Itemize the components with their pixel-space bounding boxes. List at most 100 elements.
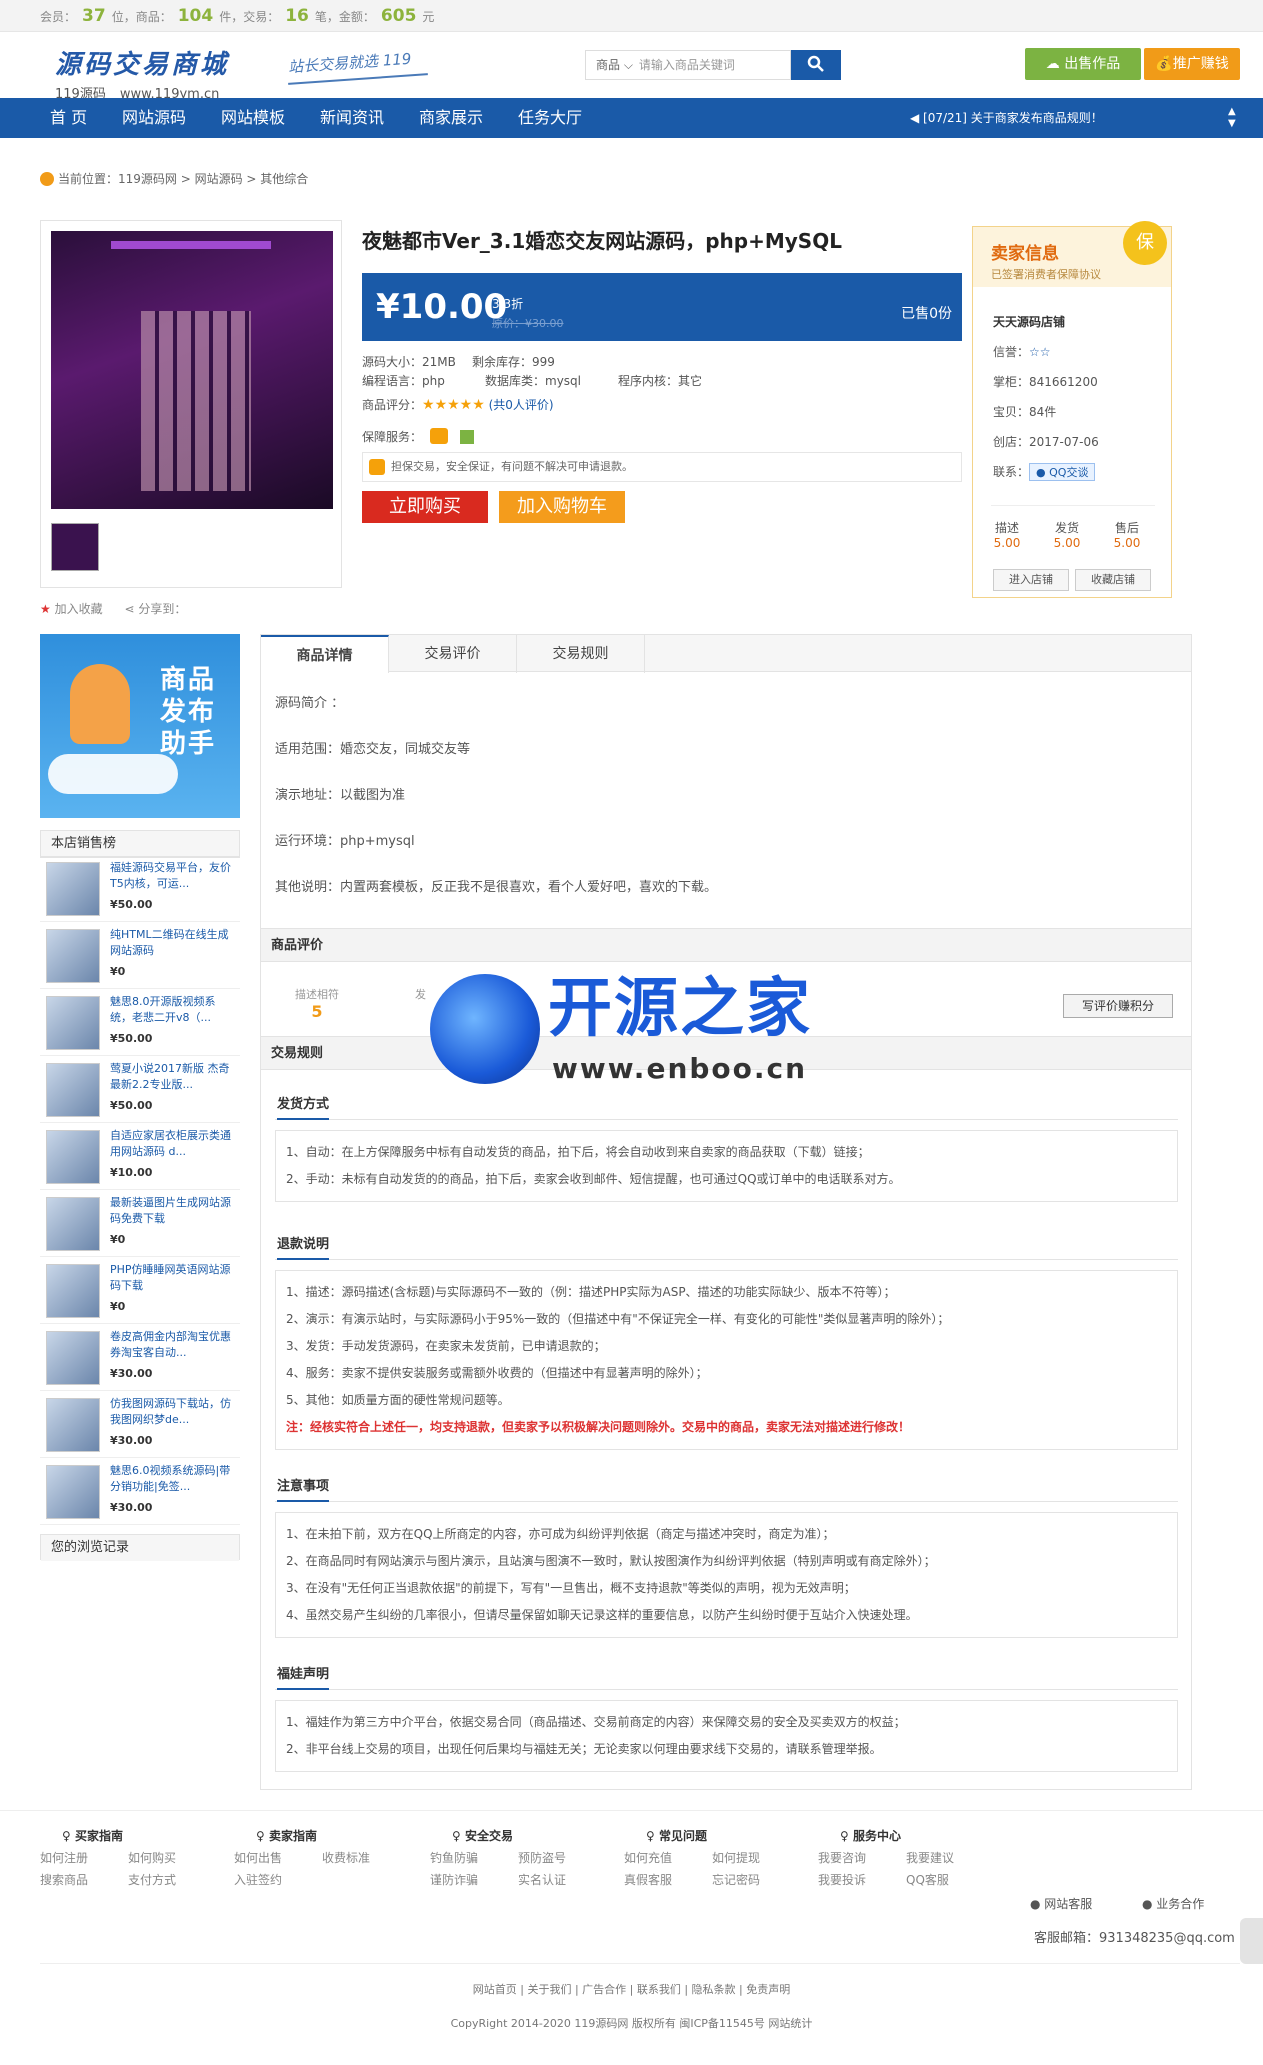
share-link[interactable]: 分享到：	[138, 602, 186, 616]
shield-icon	[369, 459, 385, 475]
rank-item[interactable]: 仿我图网源码下载站，仿我图网织梦de... ¥30.00	[40, 1392, 240, 1458]
sell-button[interactable]: ☁ 出售作品	[1025, 48, 1141, 80]
rank-item[interactable]: 魅思6.0视频系统源码|带分销功能|免签... ¥30.00	[40, 1459, 240, 1525]
add-to-cart-button[interactable]: 加入购物车	[499, 491, 625, 523]
nav-item-source[interactable]: 网站源码	[122, 98, 186, 138]
rank-item-name[interactable]: 卷皮高佣金内部淘宝优惠券淘宝客自动...	[110, 1329, 236, 1361]
screenshot-grid	[141, 311, 251, 491]
rank-item-price: ¥50.00	[110, 898, 153, 911]
rank-item-thumbnail[interactable]	[46, 1264, 100, 1318]
rank-item-thumbnail[interactable]	[46, 1465, 100, 1519]
shop-name[interactable]: 天天源码店铺	[993, 313, 1065, 330]
rank-item-thumbnail[interactable]	[46, 862, 100, 916]
detail-demo: 演示地址：以截图为准	[275, 788, 406, 803]
review-section-title: 商品评价	[261, 928, 1191, 962]
rank-item-thumbnail[interactable]	[46, 1331, 100, 1385]
rank-item[interactable]: 魅思8.0开源版视频系统，老悲二开v8（... ¥50.00	[40, 990, 240, 1056]
search-button[interactable]	[791, 50, 841, 80]
notice-ticker[interactable]: ◀ [07/21] 关于商家发布商品规则！	[910, 98, 1103, 138]
rating-count[interactable]: (共0人评价)	[489, 398, 554, 412]
rank-item[interactable]: 纯HTML二维码在线生成网站源码 ¥0	[40, 923, 240, 989]
price: ¥10.00	[376, 287, 508, 327]
rank-item-name[interactable]: 福娃源码交易平台，友价T5内核，可运...	[110, 860, 236, 892]
rule-refund: 退款说明 1、描述：源码描述(含标题)与实际源码不一致的（例：描述PHP实际为A…	[275, 1230, 1178, 1450]
detail-tabs: 商品详情 交易评价 交易规则	[260, 634, 1192, 673]
product-gallery	[40, 220, 342, 588]
enter-shop-button[interactable]: 进入店铺	[993, 569, 1069, 591]
site-logo[interactable]: 源码交易商城 119源码 www.119ym.cn	[55, 44, 229, 102]
rank-item-thumbnail[interactable]	[46, 1130, 100, 1184]
rank-item-thumbnail[interactable]	[46, 929, 100, 983]
rank-item[interactable]: 卷皮高佣金内部淘宝优惠券淘宝客自动... ¥30.00	[40, 1325, 240, 1391]
nav-item-tasks[interactable]: 任务大厅	[518, 98, 582, 138]
rank-item[interactable]: 莺夏小说2017新版 杰奇最新2.2专业版... ¥50.00	[40, 1057, 240, 1123]
qq-icon: ●	[1036, 466, 1046, 479]
rank-item-thumbnail[interactable]	[46, 1197, 100, 1251]
pin-icon: ♀	[452, 1829, 465, 1843]
search-input[interactable]: 请输入商品关键词	[639, 58, 735, 72]
collect-shop-button[interactable]: 收藏店铺	[1075, 569, 1151, 591]
nav-item-templates[interactable]: 网站模板	[221, 98, 285, 138]
business-link[interactable]: ● 业务合作	[1142, 1895, 1204, 1912]
credit-stars: ☆☆	[1029, 345, 1051, 359]
rank-item-thumbnail[interactable]	[46, 1398, 100, 1452]
favorite-share-row: ★ 加入收藏 ⋖ 分享到：	[40, 600, 186, 617]
rank-item-name[interactable]: PHP仿睡睡网英语网站源码下载	[110, 1262, 236, 1294]
rank-item-name[interactable]: 自适应家居衣柜展示类通用网站源码 d...	[110, 1128, 236, 1160]
product-main-image[interactable]	[51, 231, 333, 509]
qq-chat-button[interactable]: ● QQ交谈	[1029, 463, 1096, 481]
rank-item-name[interactable]: 仿我图网源码下载站，仿我图网织梦de...	[110, 1396, 236, 1428]
site-header: 源码交易商城 119源码 www.119ym.cn 站长交易就选 119 商品 ⌵…	[0, 32, 1263, 102]
rank-item-thumbnail[interactable]	[46, 996, 100, 1050]
rank-item-name[interactable]: 最新装逼图片生成网站源码免费下载	[110, 1195, 236, 1227]
sold-count: 已售0份	[901, 306, 952, 322]
database-type: 数据库类：mysql	[485, 374, 581, 388]
rank-item-price: ¥30.00	[110, 1501, 153, 1514]
add-favorite-link[interactable]: 加入收藏	[55, 602, 103, 616]
rank-item[interactable]: PHP仿睡睡网英语网站源码下载 ¥0	[40, 1258, 240, 1324]
tab-rules[interactable]: 交易规则	[517, 635, 645, 673]
buy-now-button[interactable]: 立即购买	[362, 491, 488, 523]
rank-item[interactable]: 自适应家居衣柜展示类通用网站源码 d... ¥10.00	[40, 1124, 240, 1190]
rank-item-thumbnail[interactable]	[46, 1063, 100, 1117]
nav-item-merchants[interactable]: 商家展示	[419, 98, 483, 138]
sales-rank-title: 本店销售榜	[41, 831, 239, 857]
tab-reviews[interactable]: 交易评价	[389, 635, 517, 673]
watermark: 开源之家 www.enboo.cn	[430, 970, 840, 1090]
contact-row: 联系： ● QQ交谈	[993, 463, 1096, 481]
stock: 剩余库存：999	[472, 355, 555, 369]
footer-col-buyer: ♀ 买家指南 如何注册 如何购买 搜索商品 支付方式	[40, 1829, 177, 1887]
tab-details[interactable]: 商品详情	[261, 635, 389, 673]
score-shipping: 发货 5.00	[1053, 521, 1081, 550]
footer-links[interactable]: 网站首页 | 关于我们 | 广告合作 | 联系我们 | 隐私条款 | 免责声明	[0, 1981, 1263, 1997]
rule-statement: 福娃声明 1、福娃作为第三方中介平台，依据交易合同（商品描述、交易前商定的内容）…	[275, 1660, 1178, 1772]
price-box: ¥10.00 3.3折 原价：¥30.00 已售0份	[362, 273, 962, 341]
nav-item-news[interactable]: 新闻资讯	[320, 98, 384, 138]
rank-item-name[interactable]: 魅思8.0开源版视频系统，老悲二开v8（...	[110, 994, 236, 1026]
rank-item[interactable]: 福娃源码交易平台，友价T5内核，可运... ¥50.00	[40, 856, 240, 922]
search-category-select[interactable]: 商品 ⌵	[586, 51, 639, 79]
original-price: 原价：¥30.00	[492, 317, 564, 330]
seller-info-panel: 卖家信息 已签署消费者保障协议 保 天天源码店铺 信誉：☆☆ 掌柜：841661…	[972, 221, 1172, 598]
shipping-score: 发	[415, 988, 426, 1001]
promo-button[interactable]: 💰推广赚钱	[1144, 48, 1240, 80]
search-box[interactable]: 商品 ⌵ 请输入商品关键词	[585, 50, 791, 80]
write-review-button[interactable]: 写评价赚积分	[1063, 994, 1173, 1018]
site-service-link[interactable]: ● 网站客服	[1030, 1895, 1092, 1912]
chevron-down-icon[interactable]: ▼	[1228, 118, 1236, 130]
watermark-logo-icon	[430, 974, 540, 1084]
nav-item-home[interactable]: 首 页	[50, 98, 87, 138]
rank-item-name[interactable]: 纯HTML二维码在线生成网站源码	[110, 927, 236, 959]
publish-helper-banner[interactable]: 商品发布助手	[40, 634, 240, 818]
detail-intro: 源码简介 ：	[275, 696, 345, 711]
rank-item-name[interactable]: 莺夏小说2017新版 杰奇最新2.2专业版...	[110, 1061, 236, 1093]
product-thumbnail[interactable]	[51, 523, 99, 571]
breadcrumb[interactable]: 当前位置：119源码网 > 网站源码 > 其他综合	[40, 170, 308, 187]
rank-item[interactable]: 最新装逼图片生成网站源码免费下载 ¥0	[40, 1191, 240, 1257]
rank-item-name[interactable]: 魅思6.0视频系统源码|带分销功能|免签...	[110, 1463, 236, 1495]
rule-notes: 注意事项 1、在未拍下前，双方在QQ上所商定的内容，亦可成为纠纷评判依据（商定与…	[275, 1472, 1178, 1638]
chevron-up-icon[interactable]: ▲	[1228, 106, 1236, 118]
history-title: 您的浏览记录	[41, 1535, 239, 1561]
ticker-arrows[interactable]: ▲ ▼	[1228, 106, 1236, 130]
back-to-top-button[interactable]	[1240, 1918, 1263, 1964]
